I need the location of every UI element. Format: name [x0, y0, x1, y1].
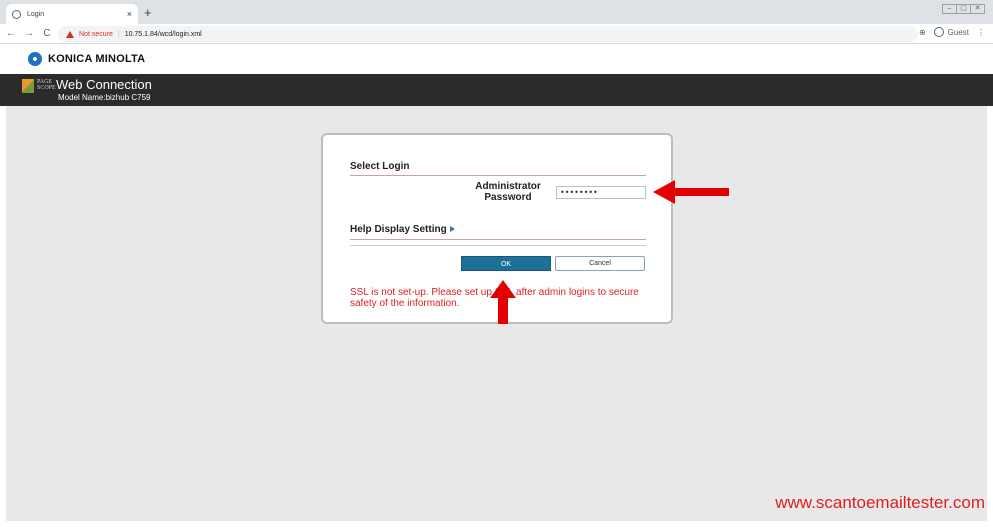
help-display-setting-link[interactable]: Help Display Setting — [350, 224, 455, 235]
address-separator: | — [117, 30, 120, 38]
brand-bar: KONICA MINOLTA — [0, 44, 993, 74]
globe-icon — [12, 9, 21, 19]
ok-button[interactable]: OK — [461, 256, 551, 271]
konica-minolta-logo-icon — [28, 52, 42, 66]
password-field[interactable]: •••••••• — [556, 186, 646, 199]
browser-window: Login × + – ▢ ✕ ← → C Not secure | 10.75… — [0, 0, 993, 527]
maximize-button[interactable]: ▢ — [956, 4, 971, 14]
browser-toolbar: ← → C Not secure | 10.75.1.84/wcd/login.… — [0, 24, 993, 44]
back-button[interactable]: ← — [4, 28, 18, 39]
tab-strip: Login × + – ▢ ✕ — [0, 0, 993, 24]
pagescope-wordmark: PAGE SCOPE — [37, 79, 56, 91]
annotation-arrow-up-icon — [490, 280, 516, 324]
profile-label: Guest — [947, 27, 969, 37]
pagescope-logo-icon — [22, 79, 34, 93]
zoom-icon[interactable]: ⊕ — [919, 28, 926, 37]
menu-icon[interactable]: ⋮ — [977, 28, 985, 37]
model-name: Model Name:bizhub C759 — [58, 93, 151, 102]
annotation-arrow-left-icon — [653, 180, 729, 204]
product-title: Web Connection — [56, 77, 152, 92]
divider — [350, 175, 646, 176]
profile-button[interactable]: Guest — [933, 27, 969, 37]
watermark-text: www.scantoemailtester.com — [775, 493, 985, 512]
window-controls: – ▢ ✕ — [942, 4, 985, 14]
warning-icon — [66, 30, 74, 38]
new-tab-button[interactable]: + — [144, 5, 152, 20]
divider — [350, 245, 646, 246]
url-text[interactable]: 10.75.1.84/wcd/login.xml — [125, 31, 202, 38]
help-display-setting-label: Help Display Setting — [350, 224, 447, 235]
profile-icon — [933, 27, 944, 37]
tab-close-button[interactable]: × — [127, 9, 132, 19]
triangle-right-icon — [449, 226, 455, 233]
select-login-heading: Select Login — [350, 161, 410, 172]
admin-password-label: Administrator Password — [475, 181, 541, 203]
cancel-button[interactable]: Cancel — [555, 256, 645, 271]
close-window-button[interactable]: ✕ — [970, 4, 985, 14]
toolbar-right: ⊕ Guest ⋮ — [919, 27, 985, 37]
forward-button[interactable]: → — [22, 28, 36, 39]
address-bar[interactable]: Not secure | 10.75.1.84/wcd/login.xml — [58, 26, 918, 42]
pagescope-line2: SCOPE — [37, 85, 56, 91]
reload-button[interactable]: C — [40, 28, 54, 39]
web-connection-header: PAGE SCOPE Web Connection Model Name:biz… — [0, 74, 993, 106]
tab-title: Login — [27, 10, 45, 18]
browser-tab[interactable]: Login × — [6, 4, 138, 24]
not-secure-label[interactable]: Not secure — [79, 31, 113, 38]
minimize-button[interactable]: – — [942, 4, 957, 14]
company-name: KONICA MINOLTA — [48, 53, 146, 65]
divider — [350, 239, 646, 240]
